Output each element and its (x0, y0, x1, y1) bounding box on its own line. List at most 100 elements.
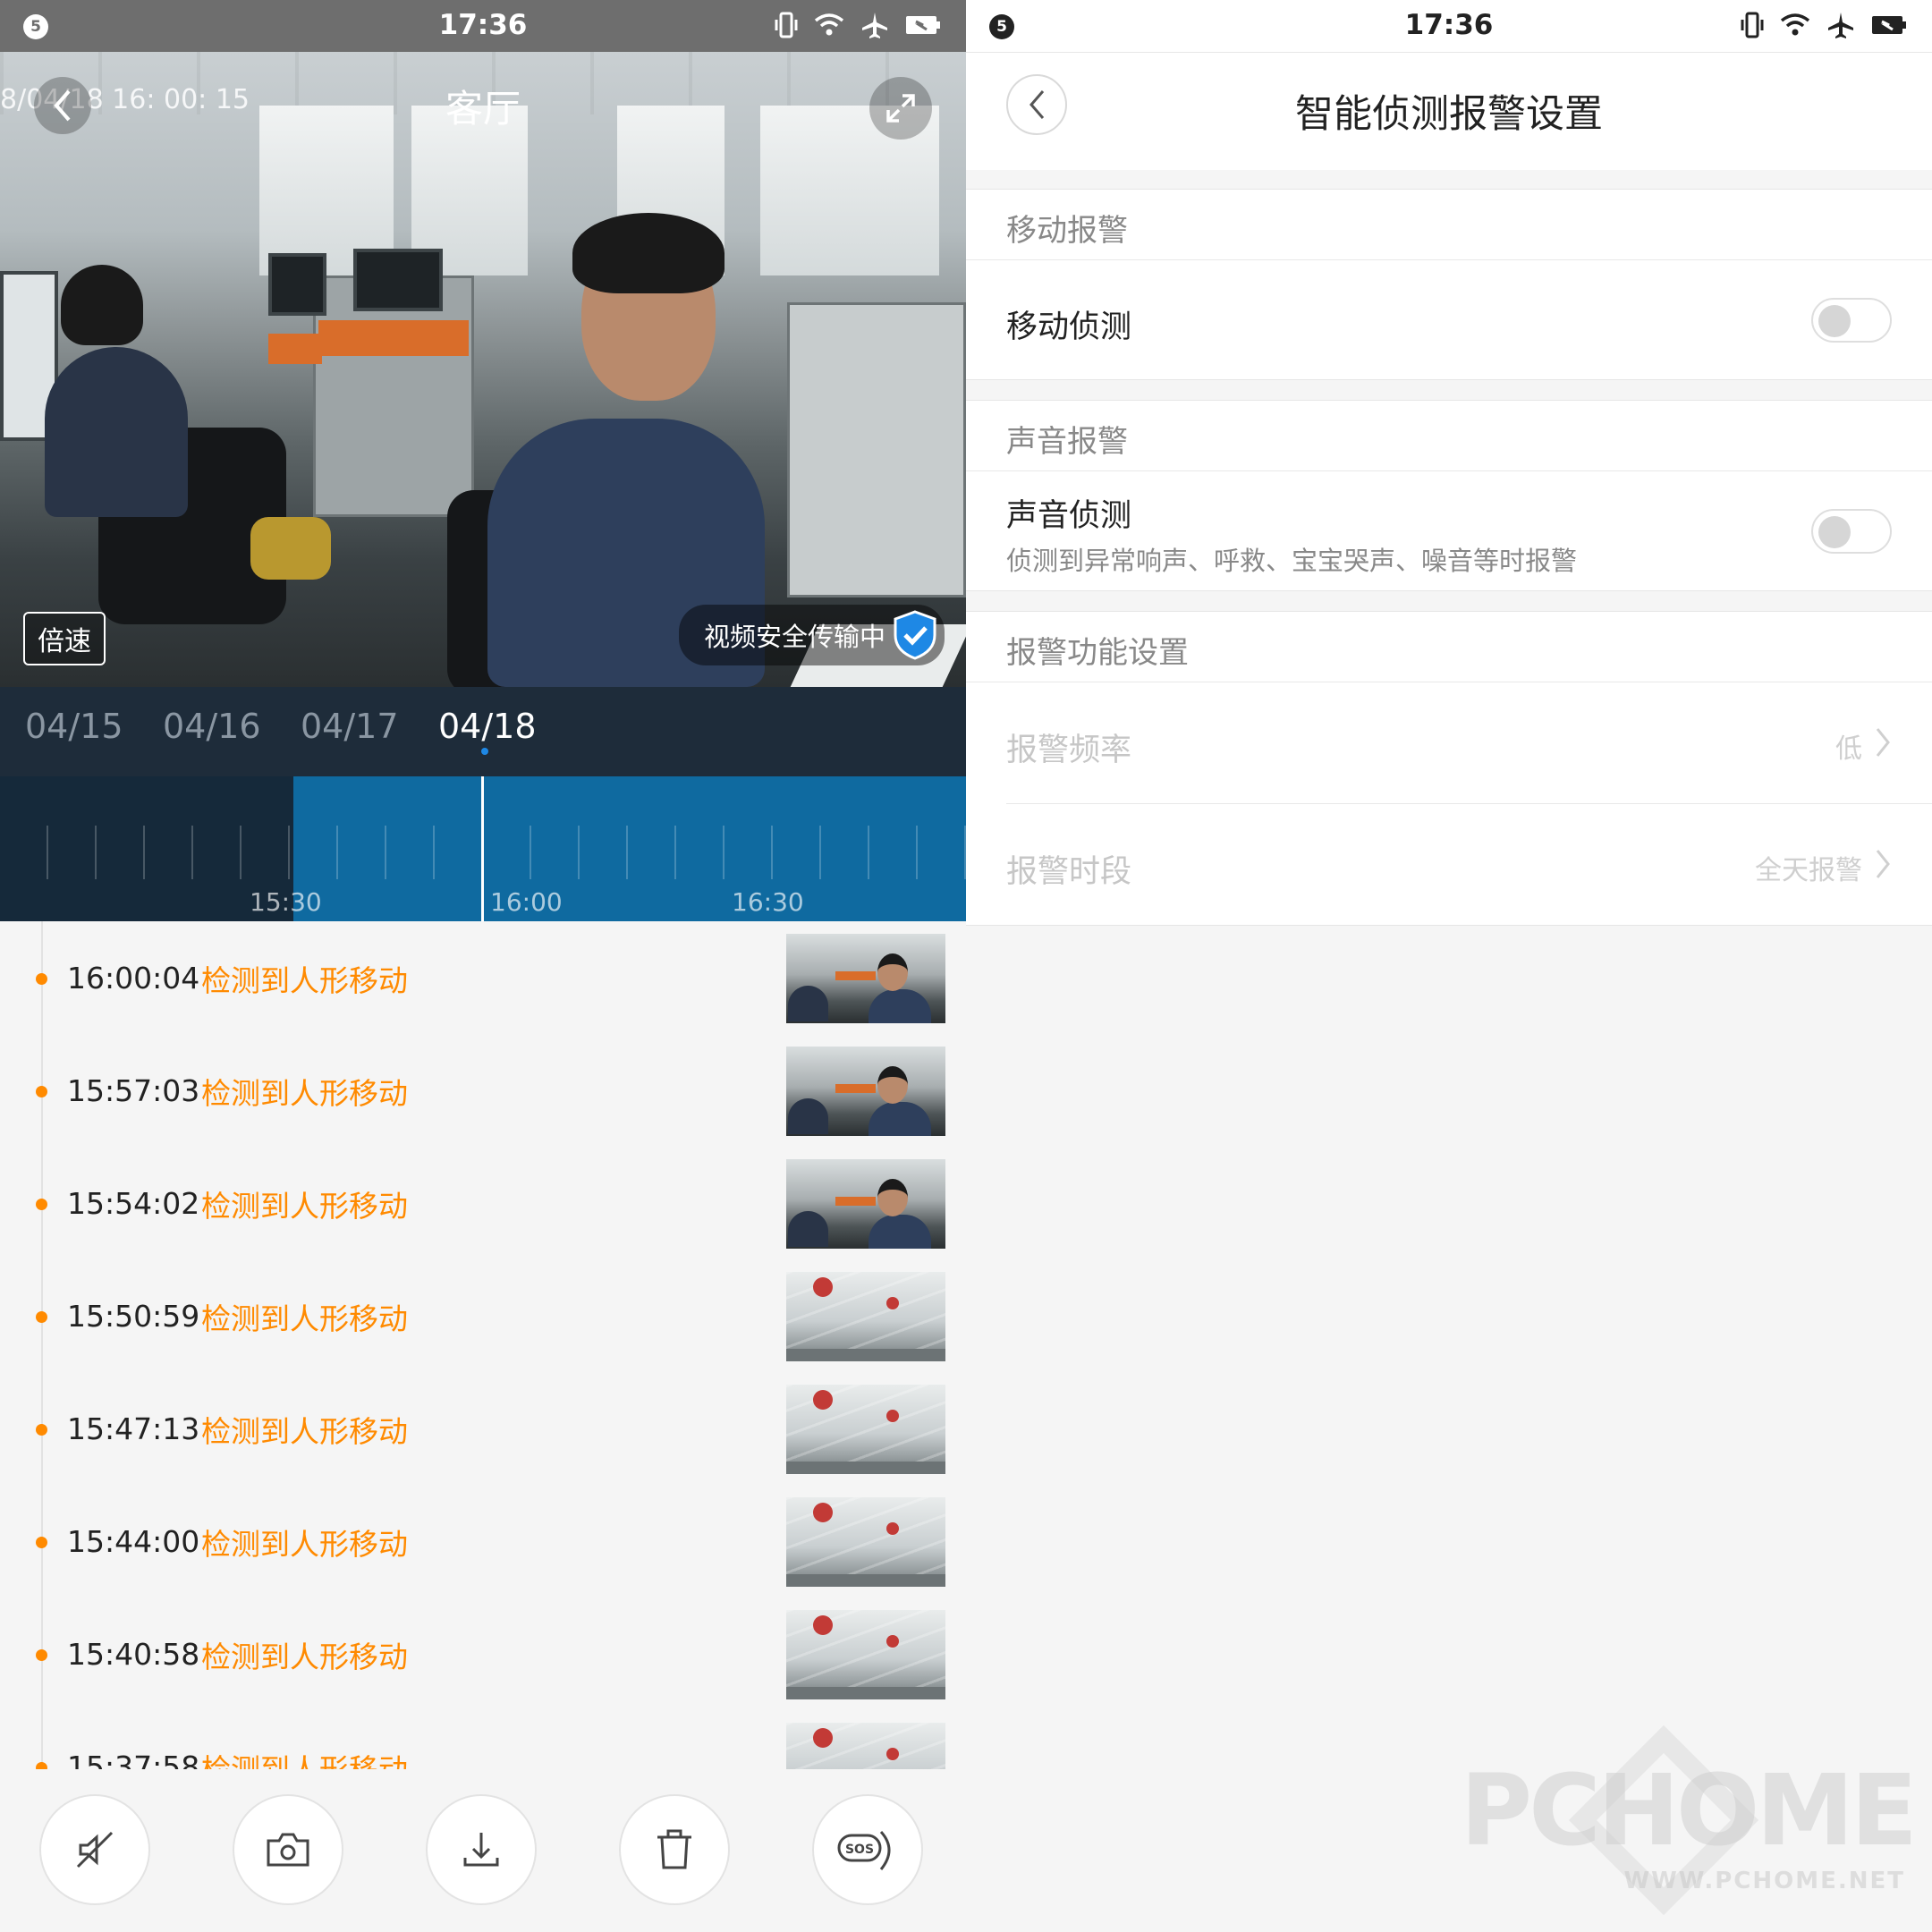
vibrate-icon (775, 12, 798, 38)
date-tab[interactable]: 04/15 (25, 707, 123, 746)
snapshot-button[interactable] (233, 1794, 343, 1905)
back-button[interactable] (34, 77, 91, 134)
speed-button[interactable]: 倍速 (23, 612, 106, 665)
toggle-knob (1818, 305, 1851, 337)
event-label: 检测到人形移动 (201, 1746, 408, 1769)
secure-transmission-badge: 视频安全传输中 (678, 605, 945, 665)
event-list-item[interactable]: 15:57:03 检测到人形移动 (0, 1034, 966, 1147)
alarm-period-label: 报警时段 (1006, 854, 1132, 890)
chevron-right-icon (1876, 850, 1890, 878)
event-time: 16:00:04 (67, 961, 200, 996)
wifi-icon (814, 13, 844, 36)
camera-playback-screen: 5 17:36 8/04/18 16: 00: 15 客厅 倍速 视频安全传输中… (0, 0, 966, 1932)
date-tab-active[interactable]: 04/18 (438, 707, 537, 746)
event-list-item[interactable]: 15:40:58 检测到人形移动 (0, 1597, 966, 1710)
event-dot (36, 1311, 47, 1323)
section-header: 声音报警 (1006, 424, 1128, 460)
event-list-item[interactable]: 15:54:02 检测到人形移动 (0, 1147, 966, 1259)
timeline-label: 15:30 (250, 887, 322, 917)
fullscreen-button[interactable] (869, 77, 932, 140)
camera-title: 客厅 (445, 87, 521, 131)
event-dot (36, 973, 47, 985)
svg-text:SOS: SOS (845, 1843, 874, 1857)
alarm-function-section: 报警功能设置 报警频率 低 报警时段 全天报警 (966, 611, 1932, 926)
event-dot (36, 1086, 47, 1097)
event-thumbnail[interactable] (786, 1497, 945, 1587)
event-label: 检测到人形移动 (201, 1301, 408, 1336)
event-label: 检测到人形移动 (201, 1414, 408, 1449)
delete-icon (657, 1829, 691, 1869)
timeline-playhead[interactable] (481, 776, 484, 921)
event-list-item[interactable]: 15:50:59 检测到人形移动 (0, 1259, 966, 1372)
action-bar: SOS (0, 1769, 966, 1932)
recording-timeline[interactable]: 15:30 16:00 16:30 (0, 776, 966, 921)
timeline-label: 16:00 (490, 887, 563, 917)
status-icons (775, 11, 941, 39)
date-selector: 04/15 04/16 04/17 04/18 (0, 687, 966, 776)
settings-header: 智能侦测报警设置 (966, 52, 1932, 170)
event-time: 15:44:00 (67, 1524, 200, 1559)
date-tab[interactable]: 04/17 (301, 707, 399, 746)
download-button[interactable] (426, 1794, 537, 1905)
sos-call-button[interactable]: SOS (812, 1794, 923, 1905)
battery-charging-icon (1872, 16, 1906, 34)
alarm-frequency-value: 低 (1835, 733, 1862, 765)
event-dot (36, 1537, 47, 1548)
event-thumbnail[interactable] (786, 1610, 945, 1699)
sound-detect-toggle[interactable] (1811, 509, 1892, 554)
event-label: 检测到人形移动 (201, 1076, 408, 1111)
alarm-settings-screen: 5 17:36 智能侦测报警设置 移动报警 移动侦测 声音报警 声音侦测 侦测到… (966, 0, 1932, 1932)
event-label: 检测到人形移动 (201, 1189, 408, 1224)
sound-detect-label: 声音侦测 (1006, 498, 1132, 534)
watermark-brand: PCHOME (1460, 1753, 1918, 1868)
event-list-item[interactable]: 15:44:00 检测到人形移动 (0, 1485, 966, 1597)
event-time: 15:40:58 (67, 1637, 200, 1672)
camera-snapshot-icon (267, 1833, 309, 1867)
motion-detect-toggle[interactable] (1811, 298, 1892, 343)
event-list-item[interactable]: 16:00:04 检测到人形移动 (0, 921, 966, 1034)
chevron-left-icon (54, 89, 71, 122)
mute-icon (76, 1831, 114, 1868)
event-list-item[interactable]: 15:37:58检测到人形移动 (0, 1710, 966, 1769)
mute-button[interactable] (39, 1794, 150, 1905)
event-time: 15:37:58 (67, 1750, 200, 1769)
watermark-url: WWW.PCHOME.NET (1623, 1868, 1905, 1894)
event-time: 15:47:13 (67, 1411, 200, 1446)
event-dot (36, 1762, 47, 1769)
status-icons (1741, 11, 1907, 39)
event-time: 15:54:02 (67, 1186, 200, 1221)
event-label: 检测到人形移动 (201, 963, 408, 998)
download-icon (463, 1833, 499, 1867)
battery-charging-icon (906, 16, 940, 34)
wifi-icon (1780, 13, 1810, 36)
event-thumbnail[interactable] (786, 1272, 945, 1361)
event-thumbnail[interactable] (786, 1046, 945, 1136)
timeline-label: 16:30 (732, 887, 804, 917)
date-tab[interactable]: 04/16 (163, 707, 261, 746)
screenshot-root: 5 17:36 8/04/18 16: 00: 15 客厅 倍速 视频安全传输中… (0, 0, 1932, 1932)
event-thumbnail[interactable] (786, 1159, 945, 1249)
event-thumbnail[interactable] (786, 1385, 945, 1474)
event-time: 15:57:03 (67, 1073, 200, 1108)
secure-label: 视频安全传输中 (703, 622, 886, 652)
event-thumbnail[interactable] (786, 1723, 945, 1769)
camera-live-view[interactable]: 8/04/18 16: 00: 15 客厅 倍速 视频安全传输中 (0, 52, 966, 687)
motion-detect-label: 移动侦测 (1006, 309, 1132, 345)
sound-alarm-section: 声音报警 声音侦测 侦测到异常响声、呼救、宝宝哭声、噪音等时报警 (966, 400, 1932, 591)
alarm-period-value: 全天报警 (1755, 855, 1862, 886)
alarm-frequency-label: 报警频率 (1006, 733, 1132, 768)
status-bar: 5 17:36 (966, 0, 1932, 52)
section-header: 报警功能设置 (1006, 635, 1189, 671)
active-date-indicator (481, 748, 488, 755)
event-dot (36, 1199, 47, 1210)
vibrate-icon (1741, 12, 1764, 38)
sound-detect-description: 侦测到异常响声、呼救、宝宝哭声、噪音等时报警 (1006, 546, 1578, 576)
sos-call-icon: SOS (837, 1830, 891, 1870)
expand-icon (886, 94, 915, 123)
status-bar: 5 17:36 (0, 0, 966, 52)
delete-button[interactable] (619, 1794, 730, 1905)
airplane-icon (1828, 13, 1853, 38)
event-list-item[interactable]: 15:47:13 检测到人形移动 (0, 1372, 966, 1485)
event-thumbnail[interactable] (786, 934, 945, 1023)
event-dot (36, 1649, 47, 1661)
